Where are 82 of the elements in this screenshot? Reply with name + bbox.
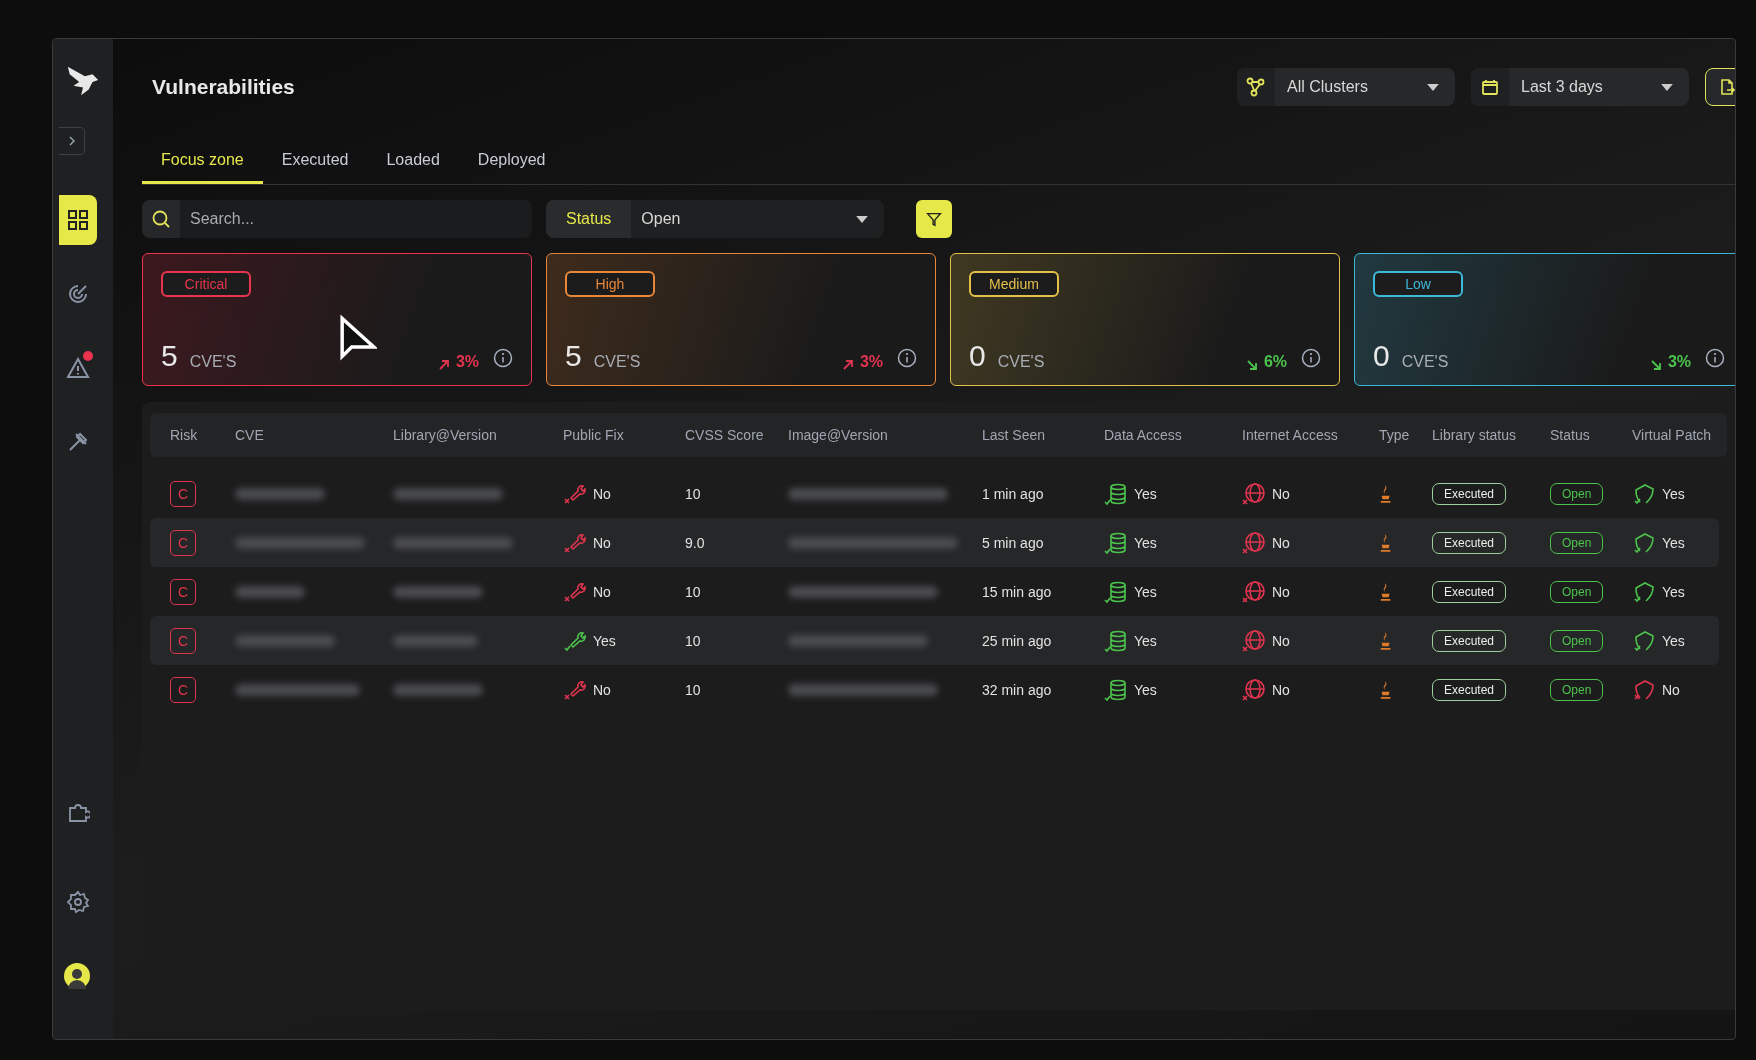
risk-badge: C — [170, 627, 196, 654]
library-status-badge: Executed — [1432, 531, 1507, 554]
cve-unit: CVE'S — [593, 353, 641, 371]
severity-label: High — [565, 271, 655, 297]
column-header: Image@Version — [788, 427, 889, 443]
internet-access-value: No — [1272, 681, 1290, 698]
severity-label: Critical — [161, 271, 251, 297]
status-badge: Open — [1550, 629, 1604, 652]
virtual-patch-value: Yes — [1662, 534, 1685, 551]
last-seen: 25 min ago — [982, 632, 1052, 649]
cvss-score: 10 — [685, 632, 701, 649]
column-header: Risk — [170, 427, 199, 443]
column-header: CVSS Score — [685, 427, 765, 443]
internet-access-value: No — [1272, 632, 1290, 649]
cve-unit: CVE'S — [1401, 353, 1449, 371]
data-access-value: Yes — [1134, 534, 1157, 551]
date-range-dropdown[interactable]: Last 3 days — [1471, 68, 1689, 106]
trend-percent: 6% — [1263, 353, 1287, 371]
data-access-value: Yes — [1134, 632, 1157, 649]
cvss-score: 10 — [685, 485, 701, 502]
public-fix-value: No — [593, 583, 611, 600]
trend-percent: 3% — [455, 353, 479, 371]
virtual-patch-value: Yes — [1662, 485, 1685, 502]
last-seen: 32 min ago — [982, 681, 1052, 698]
severity-label: Medium — [969, 271, 1059, 297]
public-fix-value: No — [593, 485, 611, 502]
library-status-badge: Executed — [1432, 482, 1507, 505]
trend-percent: 3% — [859, 353, 883, 371]
cvss-score: 10 — [685, 583, 701, 600]
last-seen: 15 min ago — [982, 583, 1052, 600]
tab[interactable]: Deployed — [458, 141, 565, 184]
risk-badge: C — [170, 578, 196, 605]
library-status-badge: Executed — [1432, 678, 1507, 701]
data-access-value: Yes — [1134, 583, 1157, 600]
last-seen: 1 min ago — [982, 485, 1044, 502]
public-fix-value: No — [593, 681, 611, 698]
status-dropdown[interactable]: Status Open — [546, 200, 884, 238]
cve-unit: CVE'S — [997, 353, 1045, 371]
column-header: Last Seen — [982, 427, 1047, 443]
column-header: CVE — [235, 427, 265, 443]
public-fix-value: No — [593, 534, 611, 551]
cve-count: 5 — [161, 341, 178, 371]
severity-label: Low — [1373, 271, 1463, 297]
cve-count: 5 — [565, 341, 582, 371]
library-status-badge: Executed — [1432, 629, 1507, 652]
risk-badge: C — [170, 676, 196, 703]
status-badge: Open — [1550, 482, 1604, 505]
internet-access-value: No — [1272, 485, 1290, 502]
public-fix-value: Yes — [593, 632, 616, 649]
internet-access-value: No — [1272, 583, 1290, 600]
column-header: Library status — [1432, 427, 1518, 443]
tab[interactable]: Executed — [262, 141, 368, 184]
column-header: Data Access — [1104, 427, 1183, 443]
column-header: Public Fix — [563, 427, 625, 443]
data-access-value: Yes — [1134, 485, 1157, 502]
column-header: Internet Access — [1242, 427, 1339, 443]
last-seen: 5 min ago — [982, 534, 1044, 551]
cve-count: 0 — [1373, 341, 1390, 371]
library-status-badge: Executed — [1432, 580, 1507, 603]
column-header: Virtual Patch — [1632, 427, 1713, 443]
status-badge: Open — [1550, 580, 1604, 603]
cvss-score: 10 — [685, 681, 701, 698]
virtual-patch-value: Yes — [1662, 632, 1685, 649]
cluster-dropdown[interactable]: All Clusters — [1237, 68, 1455, 106]
virtual-patch-value: Yes — [1662, 583, 1685, 600]
risk-badge: C — [170, 529, 196, 556]
column-header: Type — [1379, 427, 1411, 443]
column-header: Status — [1550, 427, 1591, 443]
virtual-patch-value: No — [1662, 681, 1680, 698]
status-badge: Open — [1550, 678, 1604, 701]
tab[interactable]: Loaded — [367, 141, 459, 184]
internet-access-value: No — [1272, 534, 1290, 551]
tab[interactable]: Focus zone — [142, 141, 263, 184]
column-header: Library@Version — [393, 427, 498, 443]
cve-count: 0 — [969, 341, 986, 371]
trend-percent: 3% — [1667, 353, 1691, 371]
data-access-value: Yes — [1134, 681, 1157, 698]
page-title: Vulnerabilities — [152, 75, 295, 99]
cve-unit: CVE'S — [189, 353, 237, 371]
cvss-score: 9.0 — [685, 534, 705, 551]
status-badge: Open — [1550, 531, 1604, 554]
risk-badge: C — [170, 480, 196, 507]
